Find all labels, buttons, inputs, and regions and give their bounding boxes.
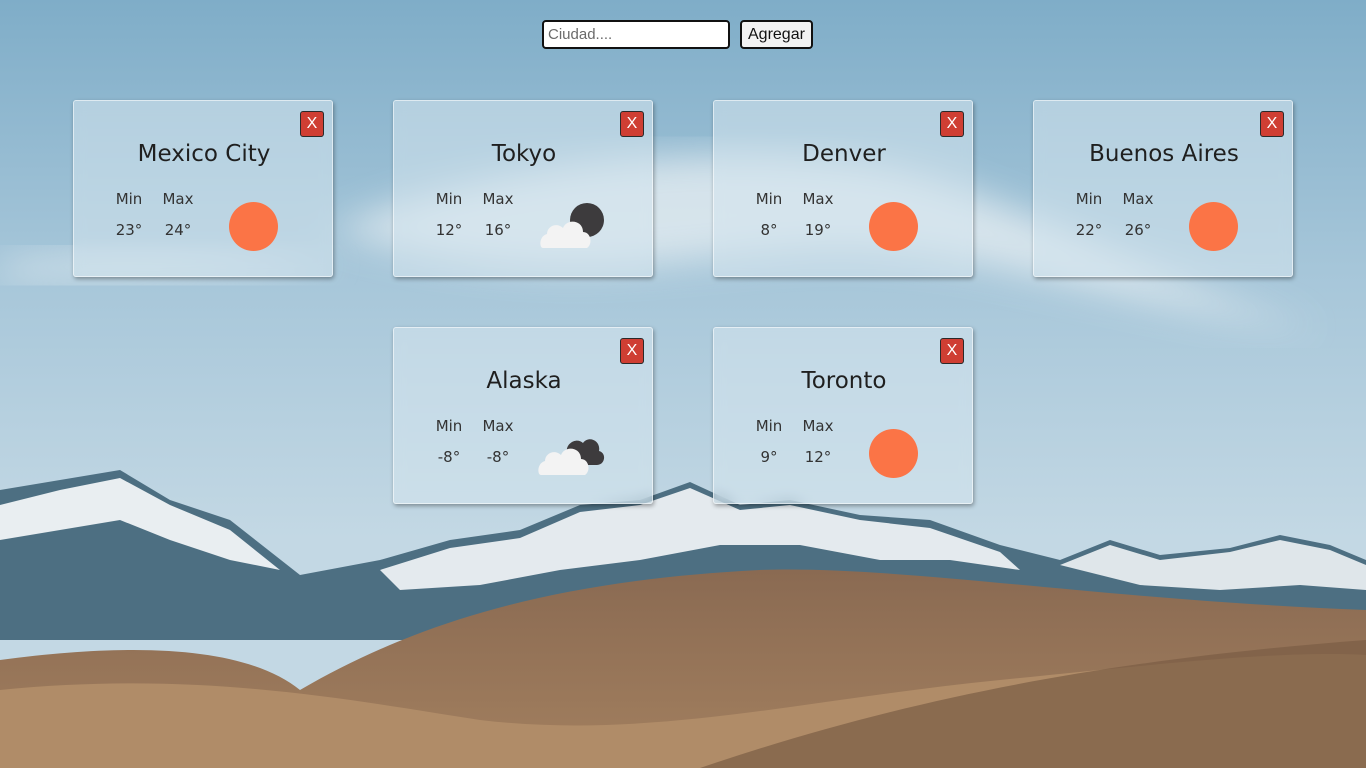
max-label: Max <box>802 417 834 435</box>
search-bar: Agregar <box>542 20 813 49</box>
sun-icon <box>217 196 287 256</box>
min-temp: 22° <box>1075 221 1103 239</box>
max-temp: 19° <box>804 221 832 239</box>
max-temp: 12° <box>804 448 832 466</box>
remove-card-button[interactable]: X <box>620 111 644 137</box>
temperature-range: Min Max -8° -8° <box>424 417 522 466</box>
max-label: Max <box>802 190 834 208</box>
remove-card-button[interactable]: X <box>300 111 324 137</box>
weather-card-denver: X Denver Min Max 8° 19° <box>713 100 973 277</box>
temperature-range: Min Max 8° 19° <box>744 190 842 239</box>
remove-card-button[interactable]: X <box>620 338 644 364</box>
min-temp: -8° <box>437 448 461 466</box>
weather-card-buenos-aires: X Buenos Aires Min Max 22° 26° <box>1033 100 1293 277</box>
temperature-range: Min Max 9° 12° <box>744 417 842 466</box>
city-name: Toronto <box>801 368 887 394</box>
min-label: Min <box>115 190 143 208</box>
temperature-range: Min Max 22° 26° <box>1064 190 1162 239</box>
max-temp: 16° <box>484 221 512 239</box>
min-label: Min <box>1075 190 1103 208</box>
city-name: Mexico City <box>137 141 271 167</box>
min-temp: 9° <box>760 448 778 466</box>
remove-card-button[interactable]: X <box>940 111 964 137</box>
min-label: Min <box>755 190 783 208</box>
weather-card-mexico-city: X Mexico City Min Max 23° 24° <box>73 100 333 277</box>
max-label: Max <box>482 417 514 435</box>
max-label: Max <box>162 190 194 208</box>
weather-card-toronto: X Toronto Min Max 9° 12° <box>713 327 973 504</box>
city-input[interactable] <box>542 20 730 49</box>
cloudy-night-icon <box>537 423 607 483</box>
min-label: Min <box>755 417 783 435</box>
remove-card-button[interactable]: X <box>940 338 964 364</box>
max-label: Max <box>482 190 514 208</box>
temperature-range: Min Max 12° 16° <box>424 190 522 239</box>
remove-card-button[interactable]: X <box>1260 111 1284 137</box>
max-label: Max <box>1122 190 1154 208</box>
weather-card-tokyo: X Tokyo Min Max 12° 16° <box>393 100 653 277</box>
add-city-button[interactable]: Agregar <box>740 20 813 49</box>
temperature-range: Min Max 23° 24° <box>104 190 202 239</box>
min-label: Min <box>435 417 463 435</box>
max-temp: -8° <box>486 448 510 466</box>
min-temp: 12° <box>435 221 463 239</box>
sun-icon <box>857 196 927 256</box>
city-name: Alaska <box>486 368 562 394</box>
sun-icon <box>1177 196 1247 256</box>
min-temp: 23° <box>115 221 143 239</box>
max-temp: 24° <box>164 221 192 239</box>
city-name: Denver <box>802 141 886 167</box>
cloud-night-icon <box>537 196 607 256</box>
min-label: Min <box>435 190 463 208</box>
min-temp: 8° <box>760 221 778 239</box>
city-name: Buenos Aires <box>1089 141 1239 167</box>
weather-card-alaska: X Alaska Min Max -8° -8° <box>393 327 653 504</box>
sun-icon <box>857 423 927 483</box>
max-temp: 26° <box>1124 221 1152 239</box>
city-name: Tokyo <box>491 141 557 167</box>
